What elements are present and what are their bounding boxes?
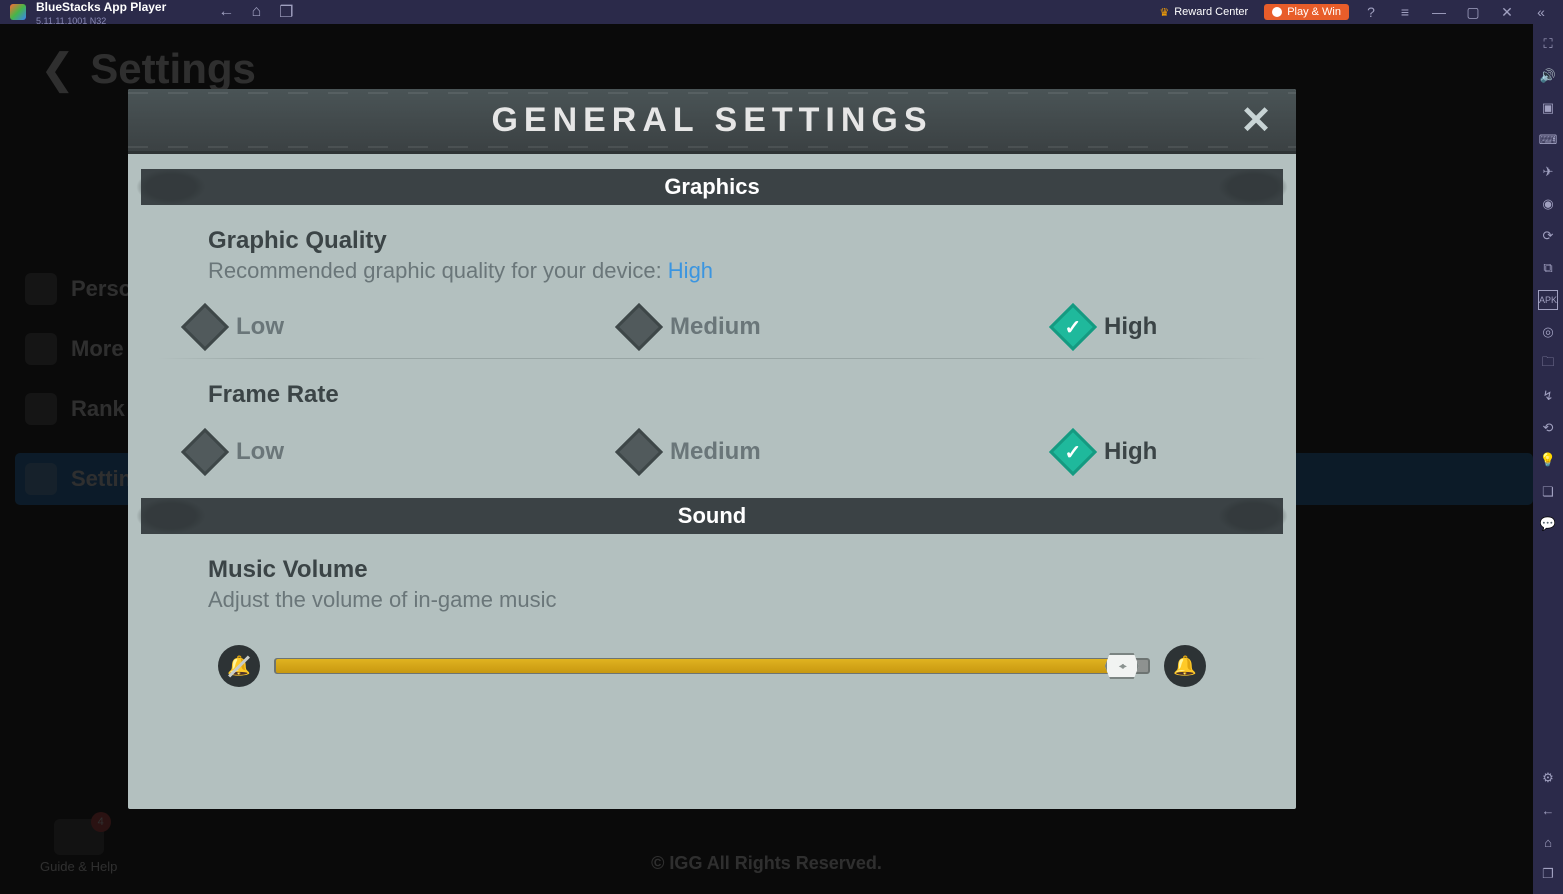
nav-recents-icon[interactable]: ❐ xyxy=(1538,864,1558,884)
nav-back-icon[interactable]: ← xyxy=(1538,800,1558,820)
music-volume-subtitle: Adjust the volume of in-game music xyxy=(208,587,1216,613)
general-settings-modal: GENERAL SETTINGS ✕ Graphics Graphic Qual… xyxy=(128,89,1296,809)
frame-rate-medium[interactable]: Medium xyxy=(622,435,802,469)
fullscreen-icon[interactable]: ⛶ xyxy=(1538,34,1558,54)
shake-icon[interactable]: ↯ xyxy=(1538,386,1558,406)
sync-icon[interactable]: ⟳ xyxy=(1538,226,1558,246)
media-folder-icon[interactable]: 🗀 xyxy=(1538,354,1558,374)
help-notification-count: 4 xyxy=(91,812,111,832)
play-win-label: Play & Win xyxy=(1287,6,1341,18)
screenshot-icon[interactable]: ◎ xyxy=(1538,322,1558,342)
graphic-quality-high[interactable]: ✓ High xyxy=(1056,310,1236,344)
frame-rate-title: Frame Rate xyxy=(208,381,1216,409)
close-icon[interactable]: ✕ xyxy=(1236,100,1276,140)
diamond-icon xyxy=(181,303,229,351)
bg-nav-rank: Rank xyxy=(71,396,125,422)
apk-icon[interactable]: APK xyxy=(1538,290,1558,310)
game-viewport: ❮ Settings Personal info More Informatio… xyxy=(0,24,1533,894)
frame-rate-high[interactable]: ✓ High xyxy=(1056,435,1236,469)
diamond-icon xyxy=(615,303,663,351)
rank-icon xyxy=(25,393,57,425)
music-volume-control: 🔔 🔔 xyxy=(128,625,1296,697)
gear-icon xyxy=(25,463,57,495)
option-label-high: High xyxy=(1104,438,1157,466)
graphic-quality-sub-prefix: Recommended graphic quality for your dev… xyxy=(208,258,668,283)
slider-fill xyxy=(276,659,1122,673)
graphic-quality-low[interactable]: Low xyxy=(188,310,368,344)
bg-back-icon: ❮ xyxy=(40,44,75,93)
collapse-sidebar-icon[interactable]: « xyxy=(1529,0,1553,24)
music-volume-title: Music Volume xyxy=(208,556,1216,584)
diamond-icon xyxy=(615,428,663,476)
graphic-quality-title: Graphic Quality xyxy=(208,227,1216,255)
diamond-icon xyxy=(181,428,229,476)
modal-title: GENERAL SETTINGS xyxy=(491,101,932,140)
modal-header: GENERAL SETTINGS ✕ xyxy=(128,89,1296,154)
play-win-button[interactable]: Play & Win xyxy=(1264,4,1349,20)
crown-icon: ♛ xyxy=(1159,6,1169,19)
diamond-check-icon: ✓ xyxy=(1049,303,1097,351)
app-logo-icon xyxy=(10,4,26,20)
bulb-icon[interactable]: 💡 xyxy=(1538,450,1558,470)
home-icon[interactable]: ⌂ xyxy=(246,2,266,22)
app-name: BlueStacks App Player xyxy=(36,0,166,14)
option-label-low: Low xyxy=(236,313,284,341)
guide-help-badge: 4 Guide & Help xyxy=(40,819,117,874)
copyright-text: © IGG All Rights Reserved. xyxy=(651,853,882,874)
macro-icon[interactable]: ⧉ xyxy=(1538,258,1558,278)
graphic-quality-subtitle: Recommended graphic quality for your dev… xyxy=(208,258,1216,284)
maximize-icon[interactable]: ▢ xyxy=(1461,0,1485,24)
mute-icon[interactable]: 🔔 xyxy=(218,645,260,687)
person-icon xyxy=(25,273,57,305)
music-volume-block: Music Volume Adjust the volume of in-gam… xyxy=(128,534,1296,625)
rotate-icon[interactable]: ⟲ xyxy=(1538,418,1558,438)
graphic-quality-recommended: High xyxy=(668,258,713,283)
guide-help-label: Guide & Help xyxy=(40,859,117,874)
record-icon[interactable]: ◉ xyxy=(1538,194,1558,214)
section-sound-header: Sound xyxy=(141,498,1283,534)
graphic-quality-options: Low Medium ✓ High xyxy=(128,296,1296,358)
option-label-low: Low xyxy=(236,438,284,466)
volume-icon[interactable]: 🔊 xyxy=(1538,66,1558,86)
titlebar: BlueStacks App Player 5.11.11.1001 N32 ←… xyxy=(0,0,1563,24)
option-label-medium: Medium xyxy=(670,313,761,341)
help-icon[interactable]: ? xyxy=(1359,0,1383,24)
nav-home-icon[interactable]: ⌂ xyxy=(1538,832,1558,852)
slider-thumb[interactable] xyxy=(1105,653,1139,679)
frame-rate-block: Frame Rate xyxy=(128,359,1296,421)
keyboard-icon[interactable]: ⌨ xyxy=(1538,130,1558,150)
recents-icon[interactable]: ❐ xyxy=(276,2,296,22)
option-label-medium: Medium xyxy=(670,438,761,466)
close-window-icon[interactable]: ✕ xyxy=(1495,0,1519,24)
graphic-quality-medium[interactable]: Medium xyxy=(622,310,802,344)
option-label-high: High xyxy=(1104,313,1157,341)
section-graphics-header: Graphics xyxy=(141,169,1283,205)
info-icon xyxy=(25,333,57,365)
play-win-icon xyxy=(1272,7,1282,17)
full-volume-icon[interactable]: 🔔 xyxy=(1164,645,1206,687)
settings-gear-icon[interactable]: ⚙ xyxy=(1538,768,1558,788)
frame-rate-options: Low Medium ✓ High xyxy=(128,421,1296,483)
reward-center-label: Reward Center xyxy=(1174,6,1248,18)
volume-slider[interactable] xyxy=(274,658,1150,674)
right-sidebar: ⛶ 🔊 ▣ ⌨ ✈ ◉ ⟳ ⧉ APK ◎ 🗀 ↯ ⟲ 💡 ❏ 💬 ⚙ ← ⌂ … xyxy=(1533,24,1563,894)
lock-cursor-icon[interactable]: ▣ xyxy=(1538,98,1558,118)
section-graphics-title: Graphics xyxy=(664,174,759,200)
reward-center-button[interactable]: ♛ Reward Center xyxy=(1153,4,1254,21)
chat-icon[interactable]: 💬 xyxy=(1538,514,1558,534)
graphic-quality-block: Graphic Quality Recommended graphic qual… xyxy=(128,205,1296,296)
back-icon[interactable]: ← xyxy=(216,2,236,22)
diamond-check-icon: ✓ xyxy=(1049,428,1097,476)
section-sound-title: Sound xyxy=(678,503,746,529)
multi-instance-icon[interactable]: ❏ xyxy=(1538,482,1558,502)
plane-icon[interactable]: ✈ xyxy=(1538,162,1558,182)
menu-icon[interactable]: ≡ xyxy=(1393,0,1417,24)
frame-rate-low[interactable]: Low xyxy=(188,435,368,469)
bg-page-title: Settings xyxy=(90,45,256,93)
minimize-icon[interactable]: — xyxy=(1427,0,1451,24)
